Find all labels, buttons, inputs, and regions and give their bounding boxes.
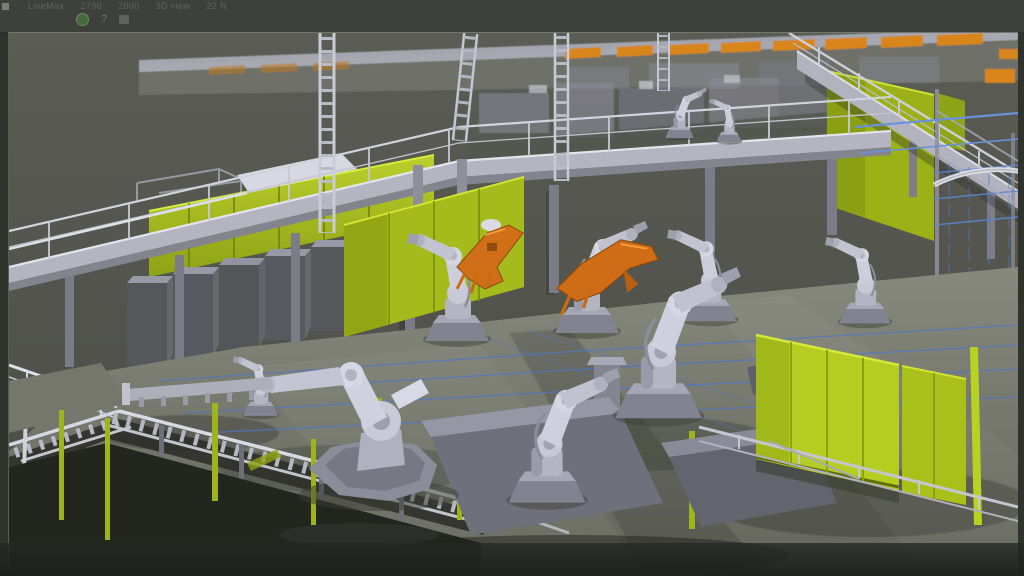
menu-item-4[interactable]: 3D view — [156, 1, 191, 12]
app-icon[interactable] — [2, 3, 9, 10]
status-icon-green[interactable] — [76, 13, 89, 26]
toolbar-icons: ? — [76, 12, 129, 26]
help-icon[interactable]: ? — [101, 13, 107, 25]
menu-item-5[interactable]: 22 N — [206, 1, 227, 12]
application-window: LiveMax 2790 2000 3D view 22 N ? — [0, 0, 1024, 576]
3d-scene-viewport[interactable] — [8, 32, 1018, 576]
bottom-letterbox-bar — [0, 543, 1024, 576]
menu-item-2[interactable]: 2790 — [80, 1, 102, 12]
menu-item-3[interactable]: 2000 — [118, 1, 140, 12]
menu-bar: LiveMax 2790 2000 3D view 22 N — [28, 1, 227, 12]
top-toolbar: LiveMax 2790 2000 3D view 22 N ? — [0, 0, 1024, 33]
panel-icon[interactable] — [119, 15, 129, 24]
menu-item-1[interactable]: LiveMax — [28, 1, 64, 12]
